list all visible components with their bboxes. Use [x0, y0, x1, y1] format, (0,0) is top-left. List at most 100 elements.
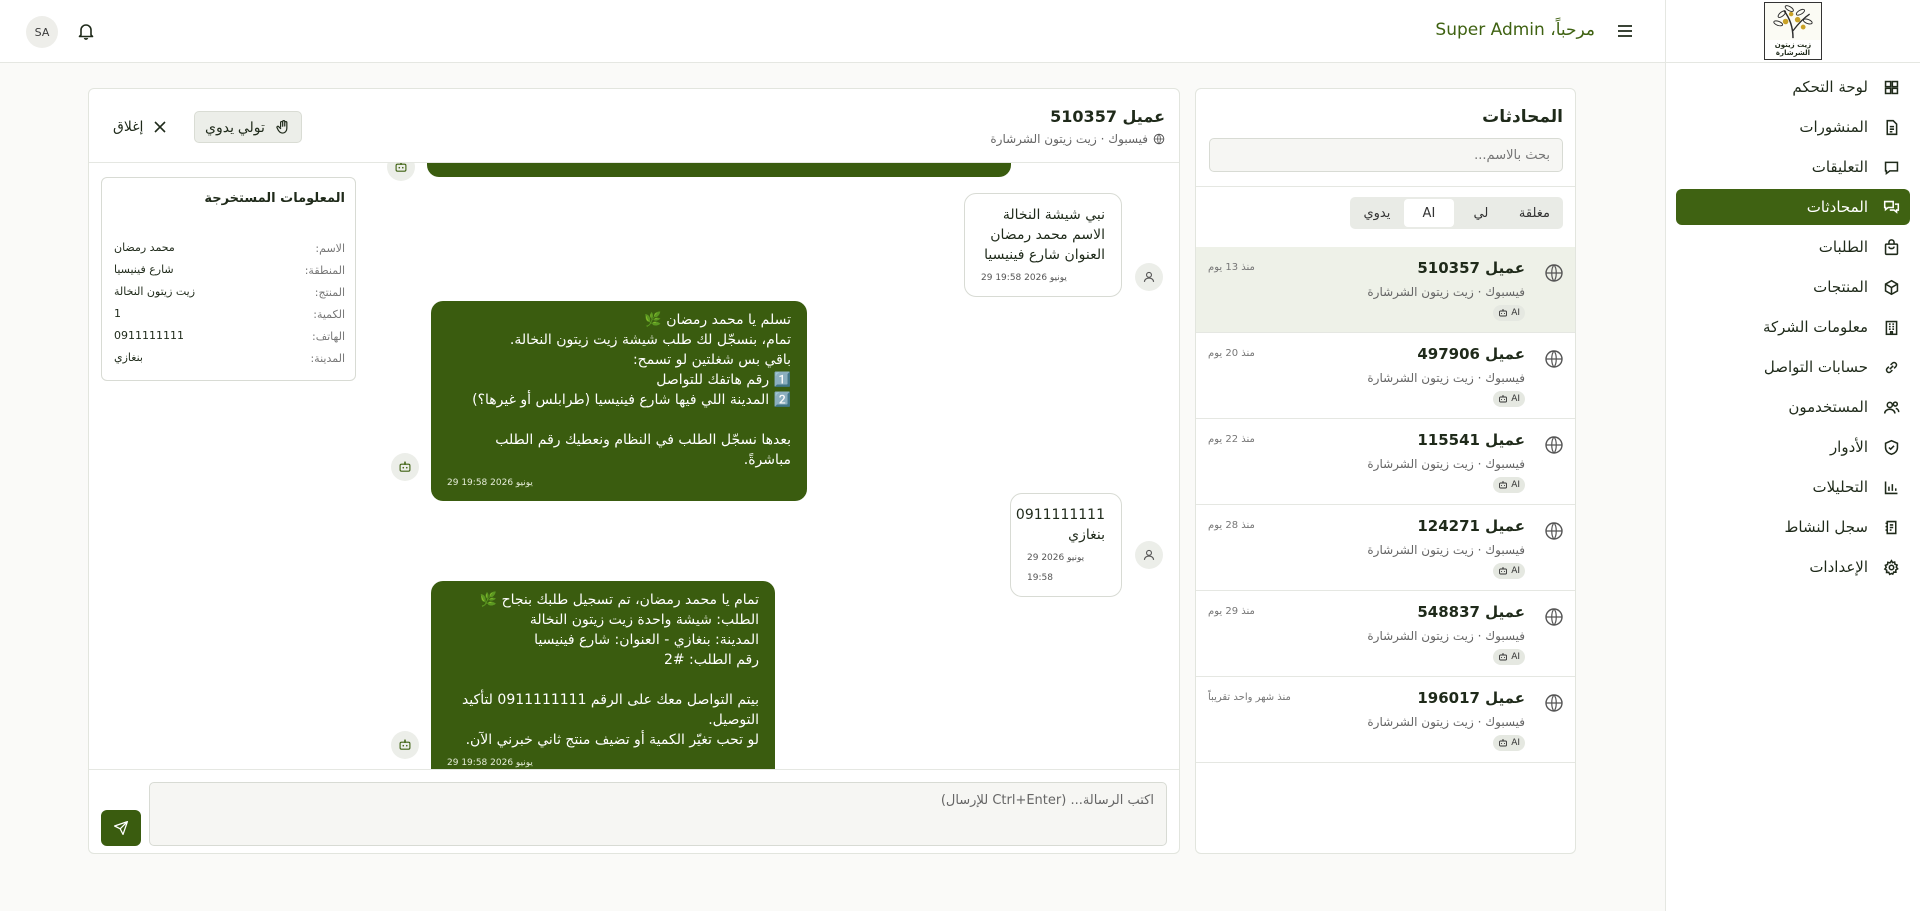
conversation-item[interactable]: عميل 510357 فيسبوك · زيت زيتون الشرشارة من… — [1196, 247, 1575, 333]
ai-badge-label: AI — [1511, 308, 1520, 318]
incoming-message: نبي شيشة النخالة الاسم محمد رمضان العنوا… — [964, 193, 1122, 297]
info-label: الاسم: — [315, 242, 345, 255]
message-text: تسلم يا محمد رمضان 🌿 تمام، بنسجّل لك طلب… — [472, 312, 791, 468]
conversation-item[interactable]: عميل 115541 فيسبوك · زيت زيتون الشرشارة من… — [1196, 419, 1575, 505]
info-value: زيت زيتون النخالة — [114, 285, 196, 298]
hand-icon — [275, 119, 291, 135]
bot-avatar-icon — [387, 163, 415, 181]
sidebar-item-9[interactable]: الأدوار — [1676, 429, 1910, 465]
close-conversation-button[interactable]: إغلاق — [107, 111, 173, 143]
conversation-source: فيسبوك · زيت زيتون الشرشارة — [1367, 629, 1525, 643]
extracted-info-card: المعلومات المستخرجة الاسم: محمد رمضان المن… — [101, 177, 356, 381]
conversation-name: عميل 124271 — [1417, 517, 1525, 535]
info-value: محمد رمضان — [114, 241, 175, 254]
conversation-item[interactable]: عميل 497906 فيسبوك · زيت زيتون الشرشارة من… — [1196, 333, 1575, 419]
gear-icon — [1882, 558, 1900, 576]
conversation-time: منذ 13 يوم — [1208, 262, 1255, 273]
conversation-source: فيسبوك · زيت زيتون الشرشارة — [1367, 543, 1525, 557]
info-area: المعلومات المستخرجة الاسم: محمد رمضان المن… — [89, 163, 369, 769]
info-row: الكمية: 1 — [114, 304, 345, 326]
conversation-name: عميل 510357 — [1417, 259, 1525, 277]
conversation-item[interactable]: عميل 196017 فيسبوك · زيت زيتون الشرشارة من… — [1196, 677, 1575, 763]
conversation-item[interactable]: عميل 548837 فيسبوك · زيت زيتون الشرشارة من… — [1196, 591, 1575, 677]
sidebar-item-0[interactable]: لوحة التحكم — [1676, 69, 1910, 105]
filter-tab-1[interactable]: لي — [1456, 199, 1506, 227]
bar-chart-icon — [1882, 478, 1900, 496]
sidebar-item-label: التعليقات — [1811, 158, 1868, 176]
manual-takeover-button[interactable]: تولي يدوي — [194, 111, 302, 143]
sidebar-item-6[interactable]: معلومات الشركة — [1676, 309, 1910, 345]
sidebar-item-label: المنتجات — [1813, 278, 1868, 296]
conversations-title: المحادثات — [1482, 107, 1563, 127]
sidebar-item-label: المحادثات — [1806, 198, 1868, 216]
users-icon — [1882, 398, 1900, 416]
sidebar-item-8[interactable]: المستخدمون — [1676, 389, 1910, 425]
top-header: مرحباً، Super Admin SA — [0, 0, 1665, 63]
sidebar-item-label: الإعدادات — [1809, 558, 1868, 576]
menu-icon[interactable] — [1615, 21, 1635, 41]
ai-badge: AI — [1493, 477, 1525, 493]
sidebar-item-7[interactable]: حسابات التواصل — [1676, 349, 1910, 385]
sidebar-item-1[interactable]: المنشورات — [1676, 109, 1910, 145]
ai-badge: AI — [1493, 391, 1525, 407]
chat-header: عميل 510357 فيسبوك · زيت زيتون الشرشارة … — [89, 89, 1179, 163]
conversation-source: فيسبوك · زيت زيتون الشرشارة — [1367, 371, 1525, 385]
bot-icon — [1498, 308, 1508, 318]
message-bubble: تمام يا محمد رمضان، تم تسجيل طلبك بنجاح … — [431, 581, 775, 769]
bot-icon — [1498, 652, 1508, 662]
info-row: المنتج: زيت زيتون النخالة — [114, 282, 345, 304]
filter-tab-2[interactable]: AI — [1403, 199, 1454, 227]
user-name: Super Admin — [1435, 20, 1545, 40]
sidebar-item-3[interactable]: المحادثات — [1676, 189, 1910, 225]
incoming-message: 0911111111 بنغازي 29 يونيو 2026 19:58 — [1010, 493, 1122, 597]
chat-subtitle: فيسبوك · زيت زيتون الشرشارة — [990, 132, 1165, 146]
sidebar-item-10[interactable]: التحليلات — [1676, 469, 1910, 505]
welcome-text: مرحباً، Super Admin — [1435, 20, 1595, 40]
close-icon — [153, 120, 167, 134]
logo[interactable]: زيت زيتون الشرشارة — [1764, 2, 1822, 60]
info-row: الاسم: محمد رمضان — [114, 238, 345, 260]
message-input[interactable] — [149, 782, 1167, 846]
message-bubble: 0911111111 بنغازي 29 يونيو 2026 19:58 — [1010, 493, 1122, 597]
bell-icon[interactable] — [76, 21, 96, 41]
log-icon — [1882, 518, 1900, 536]
info-label: الكمية: — [313, 308, 345, 321]
conversation-name: عميل 196017 — [1417, 689, 1525, 707]
message-thread[interactable]: 29 يونيو 2026 19:55 نبي شيشة النخالة الاس… — [367, 163, 1179, 769]
conversation-time: منذ 22 يوم — [1208, 434, 1255, 445]
sidebar-item-11[interactable]: سجل النشاط — [1676, 509, 1910, 545]
globe-icon — [1544, 349, 1564, 369]
search-input[interactable] — [1209, 138, 1563, 172]
globe-icon — [1544, 435, 1564, 455]
sidebar-item-2[interactable]: التعليقات — [1676, 149, 1910, 185]
sidebar-item-label: سجل النشاط — [1784, 518, 1868, 536]
box-icon — [1882, 278, 1900, 296]
bot-icon — [1498, 480, 1508, 490]
sidebar-item-5[interactable]: المنتجات — [1676, 269, 1910, 305]
conversation-source: فيسبوك · زيت زيتون الشرشارة — [1367, 457, 1525, 471]
user-avatar[interactable]: SA — [26, 16, 58, 48]
info-row: الهاتف: 0911111111 — [114, 326, 345, 348]
close-label: إغلاق — [113, 119, 144, 135]
sidebar-item-label: الأدوار — [1829, 438, 1868, 456]
send-icon — [113, 820, 129, 836]
filter-tab-3[interactable]: يدوي — [1352, 199, 1402, 227]
filter-tab-0[interactable]: مغلقة — [1508, 199, 1561, 227]
info-label: المنتج: — [314, 286, 345, 299]
sidebar-item-4[interactable]: الطلبات — [1676, 229, 1910, 265]
message-time: 29 يونيو 2026 19:58 — [1027, 553, 1085, 583]
conversation-time: منذ 29 يوم — [1208, 606, 1255, 617]
sidebar-item-label: المنشورات — [1799, 118, 1868, 136]
conversation-item[interactable]: عميل 124271 فيسبوك · زيت زيتون الشرشارة من… — [1196, 505, 1575, 591]
chat-source: فيسبوك · زيت زيتون الشرشارة — [990, 132, 1148, 146]
conversation-time: منذ شهر واحد تقريباً — [1208, 692, 1291, 703]
sidebar-item-12[interactable]: الإعدادات — [1676, 549, 1910, 585]
ai-badge-label: AI — [1511, 738, 1520, 748]
send-button[interactable] — [101, 810, 141, 846]
sidebar-item-label: الطلبات — [1818, 238, 1868, 256]
chat-icon — [1882, 198, 1900, 216]
globe-icon — [1544, 521, 1564, 541]
ai-badge: AI — [1493, 649, 1525, 665]
bot-avatar-icon — [391, 731, 419, 759]
logo-area: زيت زيتون الشرشارة — [1666, 0, 1920, 63]
